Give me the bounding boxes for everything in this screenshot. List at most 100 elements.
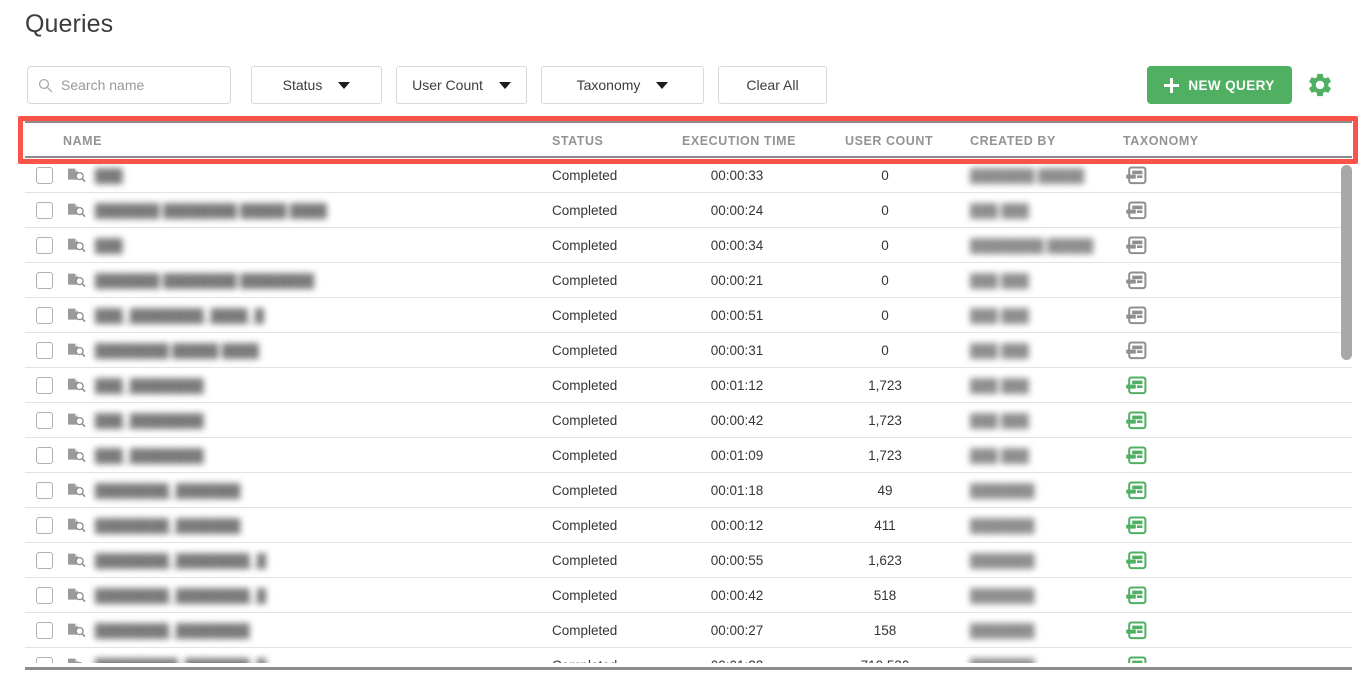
checkbox-unchecked-icon[interactable] — [35, 167, 53, 184]
column-header-user-count[interactable]: USER COUNT — [845, 134, 933, 148]
cell-name[interactable]: █████████_███████_█ — [95, 648, 535, 663]
table-row[interactable]: ████████_████████_█ Completed 00:00:55 1,62… — [25, 543, 1352, 578]
row-checkbox-cell[interactable] — [33, 578, 55, 613]
cell-name[interactable]: ███ — [95, 228, 535, 263]
cell-taxonomy[interactable] — [1125, 368, 1185, 403]
checkbox-unchecked-icon[interactable] — [35, 657, 53, 663]
cell-name[interactable]: ████████_████████ — [95, 613, 535, 648]
cell-name[interactable]: ███████ ████████ █████ ████ — [95, 193, 535, 228]
document-search-icon — [68, 483, 86, 497]
checkbox-unchecked-icon[interactable] — [35, 237, 53, 254]
query-name-text: ███████ ████████ █████ ████ — [95, 203, 327, 218]
table-row[interactable]: ███_████████ Completed 00:00:42 1,723 ███ ██… — [25, 403, 1352, 438]
column-header-created-by[interactable]: CREATED BY — [970, 134, 1056, 148]
cell-name[interactable]: ███_████████ — [95, 403, 535, 438]
cell-execution-time: 00:00:55 — [710, 553, 764, 568]
row-checkbox-cell[interactable] — [33, 543, 55, 578]
table-row[interactable]: ███_████████ Completed 00:01:12 1,723 ███ ██… — [25, 368, 1352, 403]
table-row[interactable]: ███_████████_████_█ Completed 00:00:51 0 ███… — [25, 298, 1352, 333]
cell-taxonomy[interactable] — [1125, 333, 1185, 368]
filter-usercount-button[interactable]: User Count — [396, 66, 527, 104]
table-row[interactable]: ████████_████████_█ Completed 00:00:42 518 █… — [25, 578, 1352, 613]
cell-name[interactable]: ████████_███████ — [95, 508, 535, 543]
table-row[interactable]: ███████ ████████ ████████ Completed 00:00:… — [25, 263, 1352, 298]
row-checkbox-cell[interactable] — [33, 613, 55, 648]
created-by-text: ███ ███ — [970, 378, 1029, 393]
checkbox-unchecked-icon[interactable] — [35, 307, 53, 324]
checkbox-unchecked-icon[interactable] — [35, 482, 53, 499]
cell-execution-time: 00:00:34 — [710, 238, 764, 253]
table-row[interactable]: ████████_███████ Completed 00:01:18 49 █████… — [25, 473, 1352, 508]
table-row[interactable]: ████████ █████ ████ Completed 00:00:31 0 ███… — [25, 333, 1352, 368]
cell-taxonomy[interactable] — [1125, 613, 1185, 648]
cell-name[interactable]: ████████_████████_█ — [95, 578, 535, 613]
row-checkbox-cell[interactable] — [33, 473, 55, 508]
checkbox-unchecked-icon[interactable] — [35, 552, 53, 569]
cell-name[interactable]: ███_████████_████_█ — [95, 298, 535, 333]
cell-taxonomy[interactable] — [1125, 508, 1185, 543]
row-checkbox-cell[interactable] — [33, 403, 55, 438]
row-checkbox-cell[interactable] — [33, 193, 55, 228]
table-row[interactable]: █████████_███████_█ Completed 00:01:22 710,… — [25, 648, 1352, 663]
cell-taxonomy[interactable] — [1125, 228, 1185, 263]
cell-created-by: ███ ███ — [970, 403, 1120, 438]
search-input-wrapper[interactable] — [27, 66, 231, 104]
cell-name[interactable]: ███_████████ — [95, 438, 535, 473]
row-checkbox-cell[interactable] — [33, 298, 55, 333]
table-row[interactable]: ███████ ████████ █████ ████ Completed 00:0… — [25, 193, 1352, 228]
row-checkbox-cell[interactable] — [33, 648, 55, 663]
cell-name[interactable]: ████████_████████_█ — [95, 543, 535, 578]
row-checkbox-cell[interactable] — [33, 228, 55, 263]
cell-name[interactable]: ███████ ████████ ████████ — [95, 263, 535, 298]
table-row[interactable]: ███ Completed 00:00:33 0 ███████ █████ — [25, 158, 1352, 193]
cell-taxonomy[interactable] — [1125, 648, 1185, 663]
row-type-icon-cell — [65, 543, 87, 578]
column-header-name[interactable]: NAME — [63, 134, 102, 148]
settings-gear-button[interactable] — [1306, 71, 1334, 99]
cell-created-by: ███████ — [970, 648, 1120, 663]
row-checkbox-cell[interactable] — [33, 263, 55, 298]
filter-taxonomy-button[interactable]: Taxonomy — [541, 66, 704, 104]
checkbox-unchecked-icon[interactable] — [35, 587, 53, 604]
cell-taxonomy[interactable] — [1125, 263, 1185, 298]
clear-all-button[interactable]: Clear All — [718, 66, 827, 104]
table-row[interactable]: ████████_███████ Completed 00:00:12 411 ████… — [25, 508, 1352, 543]
cell-name[interactable]: ████████ █████ ████ — [95, 333, 535, 368]
search-input[interactable] — [61, 77, 221, 93]
row-checkbox-cell[interactable] — [33, 508, 55, 543]
cell-taxonomy[interactable] — [1125, 298, 1185, 333]
column-header-execution-time[interactable]: EXECUTION TIME — [682, 134, 796, 148]
checkbox-unchecked-icon[interactable] — [35, 377, 53, 394]
row-checkbox-cell[interactable] — [33, 368, 55, 403]
vertical-scrollbar-thumb[interactable] — [1341, 165, 1352, 360]
row-checkbox-cell[interactable] — [33, 333, 55, 368]
checkbox-unchecked-icon[interactable] — [35, 447, 53, 464]
filter-status-button[interactable]: Status — [251, 66, 382, 104]
new-query-button[interactable]: NEW QUERY — [1147, 66, 1292, 104]
cell-taxonomy[interactable] — [1125, 158, 1185, 193]
cell-taxonomy[interactable] — [1125, 578, 1185, 613]
table-row[interactable]: ███ Completed 00:00:34 0 ████████ █████ — [25, 228, 1352, 263]
cell-taxonomy[interactable] — [1125, 193, 1185, 228]
taxonomy-card-icon — [1126, 341, 1147, 360]
cell-name[interactable]: ███_████████ — [95, 368, 535, 403]
cell-taxonomy[interactable] — [1125, 403, 1185, 438]
row-checkbox-cell[interactable] — [33, 438, 55, 473]
row-checkbox-cell[interactable] — [33, 158, 55, 193]
checkbox-unchecked-icon[interactable] — [35, 517, 53, 534]
table-row[interactable]: ████████_████████ Completed 00:00:27 158 ███… — [25, 613, 1352, 648]
checkbox-unchecked-icon[interactable] — [35, 202, 53, 219]
column-header-status[interactable]: STATUS — [552, 134, 603, 148]
checkbox-unchecked-icon[interactable] — [35, 342, 53, 359]
vertical-scrollbar[interactable] — [1341, 165, 1352, 665]
cell-name[interactable]: ███ — [95, 158, 535, 193]
table-row[interactable]: ███_████████ Completed 00:01:09 1,723 ███ ██… — [25, 438, 1352, 473]
cell-name[interactable]: ████████_███████ — [95, 473, 535, 508]
cell-taxonomy[interactable] — [1125, 543, 1185, 578]
checkbox-unchecked-icon[interactable] — [35, 622, 53, 639]
cell-taxonomy[interactable] — [1125, 438, 1185, 473]
checkbox-unchecked-icon[interactable] — [35, 412, 53, 429]
column-header-taxonomy[interactable]: TAXONOMY — [1123, 134, 1199, 148]
cell-taxonomy[interactable] — [1125, 473, 1185, 508]
checkbox-unchecked-icon[interactable] — [35, 272, 53, 289]
